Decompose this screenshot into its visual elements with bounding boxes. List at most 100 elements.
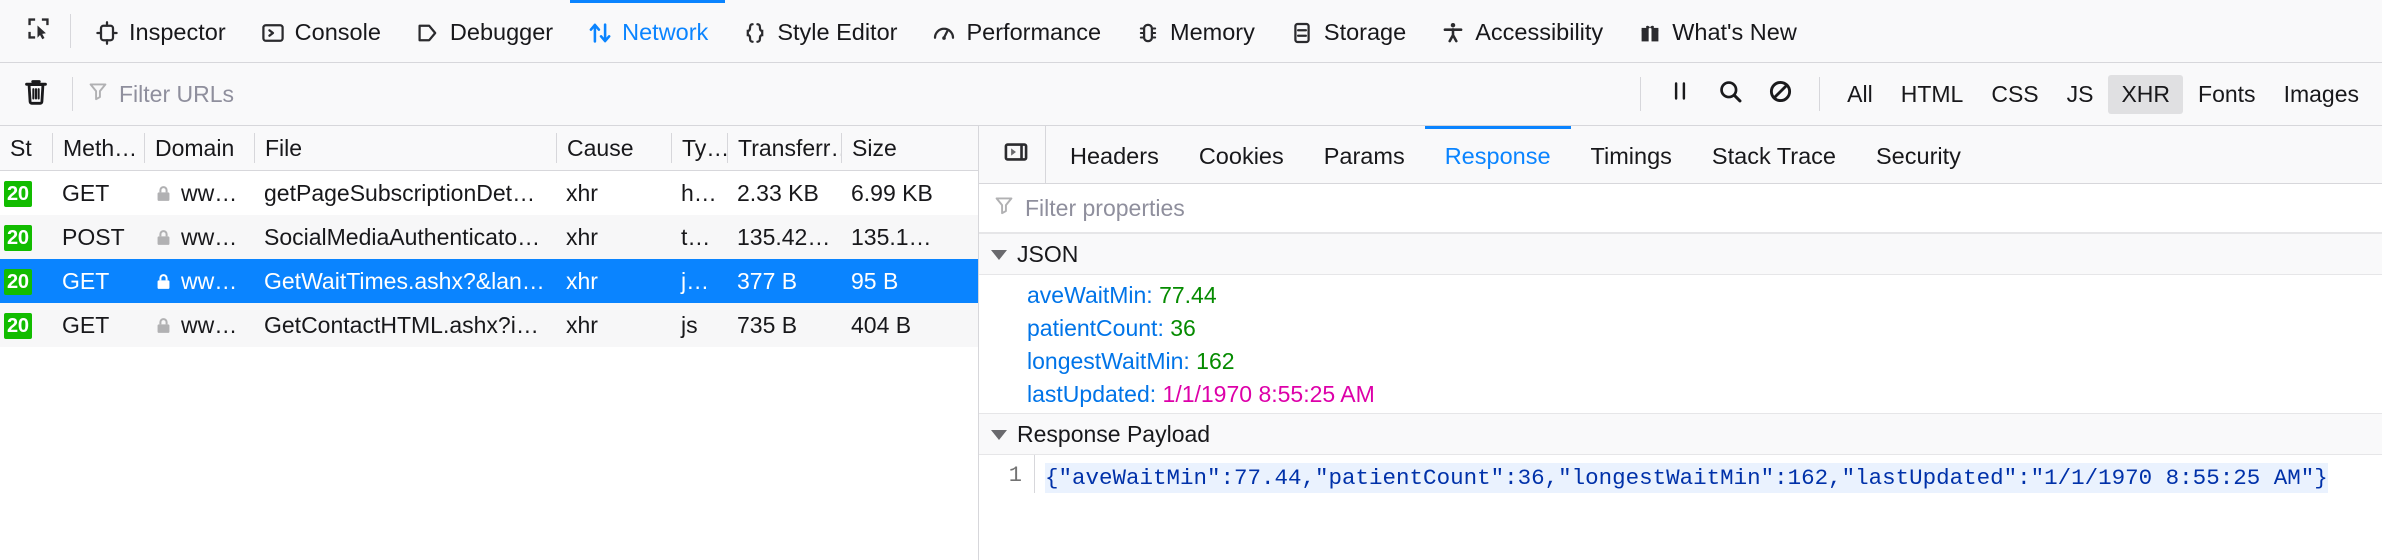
cell-status: 20 <box>0 311 52 339</box>
tab-memory[interactable]: Memory <box>1118 0 1272 62</box>
filter-type-all[interactable]: All <box>1834 75 1886 114</box>
table-row[interactable]: 20 GET ww… GetContactHTML.ashx?isMo… xhr… <box>0 303 978 347</box>
tab-headers[interactable]: Headers <box>1050 126 1179 183</box>
table-row-selected[interactable]: 20 GET ww… GetWaitTimes.ashx?&lang=en xh… <box>0 259 978 303</box>
tab-label: Memory <box>1170 18 1255 45</box>
tab-style-editor[interactable]: Style Editor <box>725 0 914 62</box>
tab-params[interactable]: Params <box>1304 126 1425 183</box>
domain-text: ww… <box>181 267 238 294</box>
details-tabbar: Headers Cookies Params Response Timings … <box>979 126 2382 184</box>
column-header-cause[interactable]: Cause <box>556 133 671 163</box>
toggle-sidebar-button[interactable] <box>987 126 1046 183</box>
cell-cause: xhr <box>566 179 598 206</box>
tab-console[interactable]: Console <box>243 0 398 62</box>
filter-urls-input[interactable]: Filter URLs <box>87 74 1626 114</box>
tab-cookies[interactable]: Cookies <box>1179 126 1304 183</box>
response-panel: Filter properties JSON aveWaitMin: 77.44… <box>979 184 2382 560</box>
gift-icon <box>1637 20 1663 46</box>
cell-type: js <box>681 311 698 338</box>
pause-requests-button[interactable] <box>1655 72 1705 116</box>
column-header-file[interactable]: File <box>254 133 556 163</box>
tab-whats-new[interactable]: What's New <box>1620 0 1814 62</box>
requests-table-body: 20 GET ww… getPageSubscriptionDetails.… <box>0 171 978 560</box>
clear-requests-button[interactable] <box>14 72 58 116</box>
request-details-pane: Headers Cookies Params Response Timings … <box>979 126 2382 560</box>
json-row-longestWaitMin[interactable]: longestWaitMin: 162 <box>979 345 2382 378</box>
search-button[interactable] <box>1705 72 1755 116</box>
json-key: aveWaitMin <box>1027 282 1147 308</box>
tab-accessibility[interactable]: Accessibility <box>1423 0 1620 62</box>
tab-label: Console <box>294 18 381 45</box>
trash-icon <box>21 76 51 112</box>
tab-label: What's New <box>1672 18 1797 45</box>
console-icon <box>260 20 286 46</box>
table-row[interactable]: 20 GET ww… getPageSubscriptionDetails.… <box>0 171 978 215</box>
accessibility-icon <box>1440 20 1466 46</box>
json-row-lastUpdated[interactable]: lastUpdated: 1/1/1970 8:55:25 AM <box>979 378 2382 411</box>
json-key: patientCount <box>1027 315 1158 341</box>
table-row[interactable]: 20 POST ww… SocialMediaAuthenticator.as… <box>0 215 978 259</box>
element-picker-button[interactable] <box>8 0 68 62</box>
tab-inspector[interactable]: Inspector <box>77 0 243 62</box>
cell-file: SocialMediaAuthenticator.as… <box>264 223 556 250</box>
column-header-type[interactable]: Ty… <box>671 133 727 163</box>
toolbar-divider <box>1819 77 1821 111</box>
json-row-aveWaitMin[interactable]: aveWaitMin: 77.44 <box>979 279 2382 312</box>
toolbar-separator <box>70 14 71 48</box>
tab-label: Performance <box>966 18 1102 45</box>
tab-response[interactable]: Response <box>1424 126 1571 183</box>
devtools-window: Inspector Console Debugger Network Style… <box>0 0 2382 560</box>
lock-icon <box>154 228 173 247</box>
tab-timings[interactable]: Timings <box>1571 126 1692 183</box>
cell-type: html <box>681 179 725 206</box>
column-header-transferred[interactable]: Transferr… <box>727 133 841 163</box>
column-header-status[interactable]: St <box>0 133 52 163</box>
cell-transferred: 735 B <box>737 311 798 338</box>
network-toolbar: Filter URLs All HTML CSS JS XHR Fonts Im… <box>0 63 2382 126</box>
filter-type-js[interactable]: JS <box>2054 75 2107 114</box>
tab-security[interactable]: Security <box>1856 126 1981 183</box>
tab-network[interactable]: Network <box>570 0 726 62</box>
filter-properties-input[interactable]: Filter properties <box>979 184 2382 233</box>
cell-type: json <box>681 267 724 294</box>
tab-label: Accessibility <box>1475 18 1604 45</box>
column-header-method[interactable]: Meth… <box>52 133 144 163</box>
tab-debugger[interactable]: Debugger <box>398 0 570 62</box>
json-tree: aveWaitMin: 77.44 patientCount: 36 longe… <box>979 275 2382 413</box>
filter-type-fonts[interactable]: Fonts <box>2185 75 2269 114</box>
payload-section-header[interactable]: Response Payload <box>979 413 2382 455</box>
tab-storage[interactable]: Storage <box>1272 0 1423 62</box>
json-value: 162 <box>1196 348 1235 374</box>
column-header-size[interactable]: Size <box>841 133 961 163</box>
payload-section-title: Response Payload <box>1017 420 1211 447</box>
json-section-header[interactable]: JSON <box>979 233 2382 275</box>
network-icon <box>587 20 613 46</box>
search-icon <box>1717 78 1744 111</box>
cell-file: getPageSubscriptionDetails.… <box>264 179 556 206</box>
debugger-icon <box>415 20 441 46</box>
cell-domain: ww… <box>144 180 254 207</box>
filter-type-html[interactable]: HTML <box>1888 75 1977 114</box>
column-header-domain[interactable]: Domain <box>144 133 254 163</box>
requests-pane: St Meth… Domain File Cause Ty… Transferr… <box>0 126 979 560</box>
chevron-down-icon <box>991 430 1007 440</box>
cell-file: GetContactHTML.ashx?isMo… <box>264 311 556 338</box>
json-row-patientCount[interactable]: patientCount: 36 <box>979 312 2382 345</box>
inspector-icon <box>94 20 120 46</box>
domain-text: ww… <box>181 311 238 338</box>
tab-performance[interactable]: Performance <box>914 0 1118 62</box>
line-number: 1 <box>979 455 1035 493</box>
filter-type-css[interactable]: CSS <box>1978 75 2051 114</box>
storage-icon <box>1289 20 1315 46</box>
tab-stack-trace[interactable]: Stack Trace <box>1692 126 1856 183</box>
payload-line-text: {"aveWaitMin":77.44,"patientCount":36,"l… <box>1045 463 2328 493</box>
cell-method: POST <box>62 223 125 250</box>
status-badge: 20 <box>4 225 32 251</box>
network-toolbar-right: All HTML CSS JS XHR Fonts Images <box>1626 63 2372 125</box>
payload-code-area[interactable]: {"aveWaitMin":77.44,"patientCount":36,"l… <box>1035 455 2382 493</box>
filter-type-images[interactable]: Images <box>2271 75 2372 114</box>
filter-icon <box>993 194 1015 222</box>
cell-size: 95 B <box>851 267 899 294</box>
request-blocking-button[interactable] <box>1755 72 1805 116</box>
filter-type-xhr[interactable]: XHR <box>2108 74 2184 114</box>
